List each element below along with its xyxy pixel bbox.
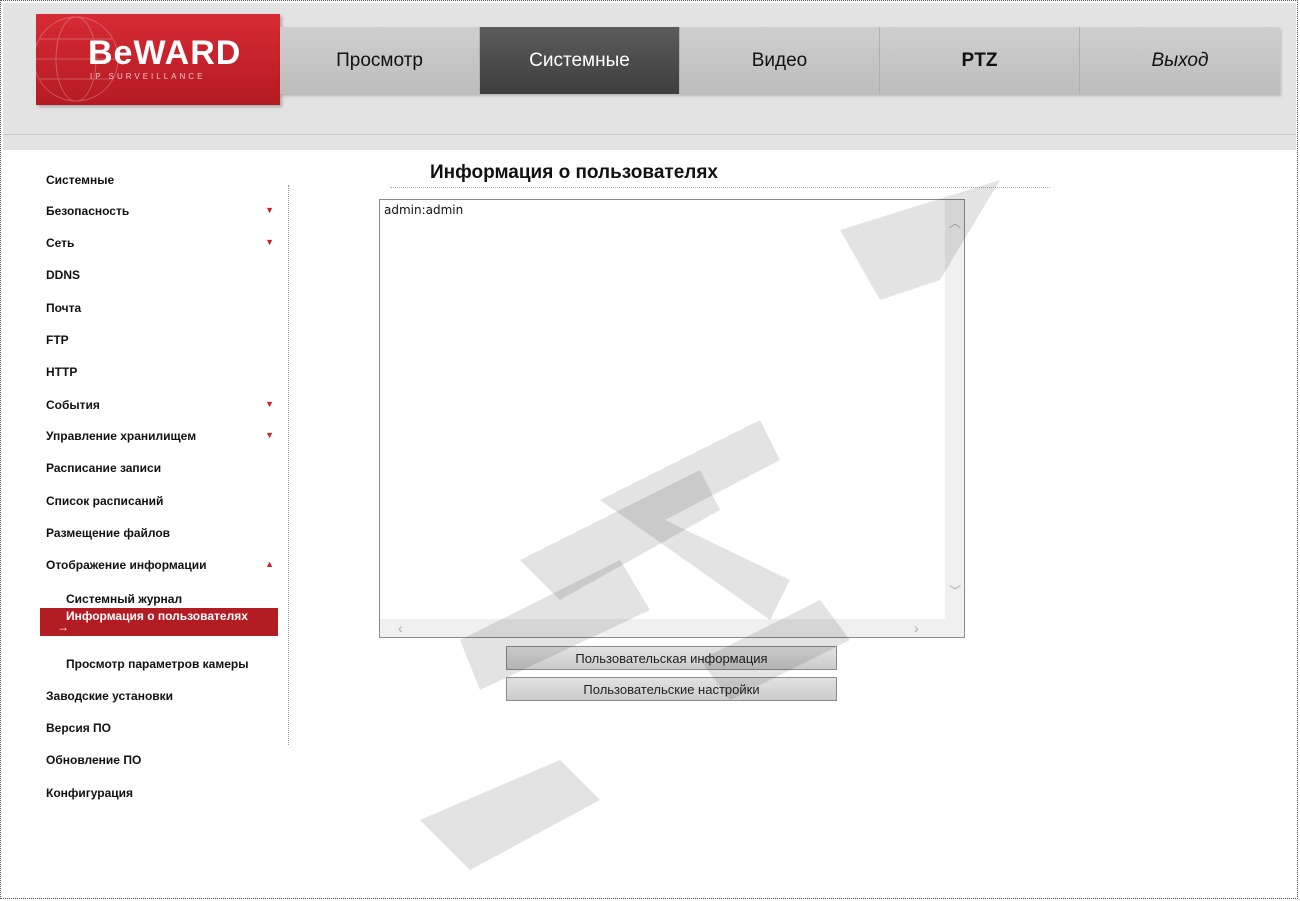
sidebar-item-label: DDNS xyxy=(46,268,81,282)
main-nav: Просмотр Системные Видео PTZ Выход xyxy=(280,27,1280,94)
sidebar-item-label: Просмотр параметров камеры xyxy=(66,657,249,671)
sidebar-item-camera-params[interactable]: Просмотр параметров камеры xyxy=(66,654,282,674)
sidebar-item-firmware-update[interactable]: Обновление ПО xyxy=(46,750,282,770)
tab-view[interactable]: Просмотр xyxy=(280,27,480,94)
sidebar-item-ftp[interactable]: FTP xyxy=(46,330,282,350)
current-arrow-icon: → xyxy=(57,620,69,634)
brand-name: BeWARD xyxy=(88,34,242,72)
collapse-arrow-icon: ▲ xyxy=(265,559,274,569)
expand-arrow-icon: ▼ xyxy=(265,237,274,247)
sidebar-item-system-log[interactable]: Системный журнал xyxy=(66,589,282,609)
sidebar-item-label: Конфигурация xyxy=(46,786,134,800)
tab-ptz[interactable]: PTZ xyxy=(880,27,1080,94)
page-title: Информация о пользователях xyxy=(430,162,718,183)
sidebar-item-label: Заводские установки xyxy=(46,689,174,703)
user-settings-button[interactable]: Пользовательские настройки xyxy=(506,677,837,701)
sidebar-item-label: Отображение информации xyxy=(46,558,207,572)
sidebar-item-network[interactable]: Сеть ▼ xyxy=(46,233,282,253)
users-textarea[interactable]: admin:admin ︿ ﹀ ‹ › xyxy=(379,199,965,638)
sidebar-item-system[interactable]: Системные xyxy=(46,170,282,190)
sidebar-item-label: Безопасность xyxy=(46,204,130,218)
sidebar-item-firmware-version[interactable]: Версия ПО xyxy=(46,718,282,738)
sidebar-item-info-display[interactable]: Отображение информации ▲ xyxy=(46,555,282,575)
sidebar-item-factory-reset[interactable]: Заводские установки xyxy=(46,686,282,706)
scroll-right-icon[interactable]: › xyxy=(914,620,919,636)
sidebar-item-user-info[interactable]: Информация о пользователях → xyxy=(40,608,278,636)
sidebar-item-record-schedule[interactable]: Расписание записи xyxy=(46,458,282,478)
sidebar-item-storage[interactable]: Управление хранилищем ▼ xyxy=(46,426,282,446)
brand-logo: BeWARD IP SURVEILLANCE xyxy=(36,14,280,105)
sidebar-item-schedule-list[interactable]: Список расписаний xyxy=(46,491,282,511)
header-divider xyxy=(3,134,1296,135)
sidebar-item-label: Версия ПО xyxy=(46,721,112,735)
sidebar-divider xyxy=(288,185,289,745)
tab-system[interactable]: Системные xyxy=(480,27,680,94)
scrollbar-corner xyxy=(945,619,964,637)
tab-logout[interactable]: Выход xyxy=(1080,27,1280,94)
brand-tagline: IP SURVEILLANCE xyxy=(90,72,206,81)
sidebar-item-mail[interactable]: Почта xyxy=(46,298,282,318)
sidebar-item-label: Список расписаний xyxy=(46,494,164,508)
user-info-button[interactable]: Пользовательская информация xyxy=(506,646,837,670)
sidebar-item-label: Расписание записи xyxy=(46,461,162,475)
sidebar-item-label: Размещение файлов xyxy=(46,526,171,540)
sidebar-item-label: Обновление ПО xyxy=(46,753,142,767)
sidebar-item-label: Сеть xyxy=(46,236,75,250)
sidebar-item-label: Информация о пользователях xyxy=(66,609,248,623)
sidebar-item-label: Управление хранилищем xyxy=(46,429,197,443)
vertical-scrollbar[interactable]: ︿ ﹀ xyxy=(945,200,964,620)
sidebar-item-events[interactable]: События ▼ xyxy=(46,395,282,415)
sidebar-item-http[interactable]: HTTP xyxy=(46,362,282,382)
horizontal-scrollbar[interactable]: ‹ › xyxy=(380,619,946,637)
sidebar-item-label: События xyxy=(46,398,100,412)
sidebar-item-label: HTTP xyxy=(46,365,78,379)
tab-video[interactable]: Видео xyxy=(680,27,880,94)
sidebar-item-configuration[interactable]: Конфигурация xyxy=(46,783,282,803)
expand-arrow-icon: ▼ xyxy=(265,205,274,215)
sidebar-item-file-placement[interactable]: Размещение файлов xyxy=(46,523,282,543)
sidebar-item-label: FTP xyxy=(46,333,69,347)
sidebar-item-label: Системный журнал xyxy=(66,592,183,606)
sidebar-item-label: Системные xyxy=(46,173,115,187)
scroll-down-icon[interactable]: ﹀ xyxy=(949,582,961,599)
users-text: admin:admin xyxy=(384,203,464,217)
sidebar-item-label: Почта xyxy=(46,301,82,315)
sidebar-item-ddns[interactable]: DDNS xyxy=(46,265,282,285)
scroll-left-icon[interactable]: ‹ xyxy=(398,620,403,636)
expand-arrow-icon: ▼ xyxy=(265,399,274,409)
expand-arrow-icon: ▼ xyxy=(265,430,274,440)
title-divider xyxy=(390,187,1050,188)
scroll-up-icon[interactable]: ︿ xyxy=(949,214,961,231)
sidebar-item-security[interactable]: Безопасность ▼ xyxy=(46,201,282,221)
